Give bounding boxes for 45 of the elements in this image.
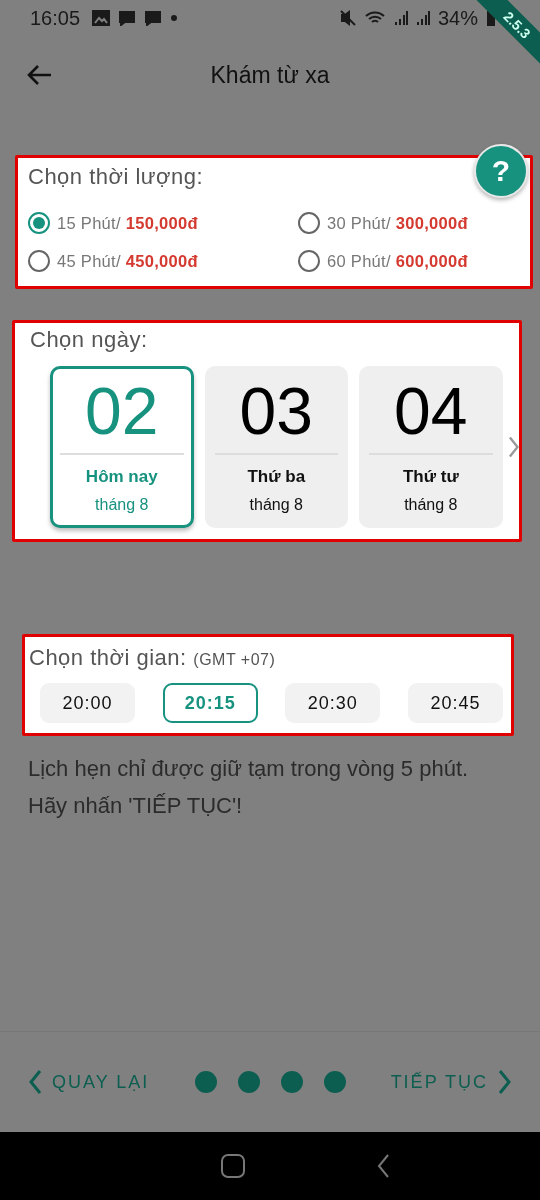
date-card[interactable]: 02 Hôm nay tháng 8	[50, 366, 194, 528]
radio-button[interactable]	[28, 212, 50, 234]
day-number: 02	[85, 373, 159, 450]
month-label: tháng 8	[404, 495, 458, 515]
radio-button[interactable]	[298, 250, 320, 272]
hold-notice: Lịch hẹn chỉ được giữ tạm trong vòng 5 phút. Hãy nhấn 'TIẾP TỤC'!	[28, 755, 470, 820]
chevron-right-icon	[498, 1069, 512, 1095]
section-title: Chọn thời lượng:	[28, 164, 204, 190]
time-slot[interactable]: 20:15	[162, 683, 258, 723]
time-slot[interactable]: 20:30	[285, 683, 381, 723]
weekday-label: Thứ ba	[247, 467, 306, 487]
radio-button[interactable]	[298, 212, 320, 234]
signal-icon	[415, 10, 430, 26]
help-button[interactable]: ?	[474, 144, 528, 198]
chevron-right-icon[interactable]	[507, 435, 519, 459]
date-card[interactable]: 03 Thứ ba tháng 8	[204, 366, 349, 528]
home-icon	[220, 1153, 246, 1179]
day-number: 03	[239, 373, 313, 450]
status-time: 16:05	[30, 6, 81, 30]
mute-icon	[339, 10, 356, 26]
time-slot[interactable]: 20:45	[407, 683, 503, 723]
day-number: 04	[394, 373, 468, 450]
date-card[interactable]: 04 Thứ tư tháng 8	[359, 366, 503, 528]
signal-icon	[393, 10, 408, 26]
chat-bubble-icon	[144, 10, 163, 26]
timezone-label: (GMT +07)	[193, 651, 276, 668]
duration-option[interactable]: 15 Phút/ 150,000đ	[57, 213, 198, 233]
section-title: Chọn ngày:	[30, 327, 148, 353]
dot-icon	[170, 14, 179, 22]
duration-option[interactable]: 60 Phút/ 600,000đ	[327, 251, 468, 271]
chat-bubble-icon	[118, 10, 137, 26]
weekday-label: Hôm nay	[85, 467, 158, 487]
section-title: Chọn thời gian: (GMT +07)	[29, 645, 276, 671]
battery-level: 34%	[437, 6, 478, 30]
month-label: tháng 8	[95, 495, 149, 515]
weekday-label: Thứ tư	[402, 467, 459, 487]
radio-button[interactable]	[28, 250, 50, 272]
image-icon	[92, 10, 111, 26]
chevron-left-icon	[28, 1069, 42, 1095]
month-label: tháng 8	[249, 495, 303, 515]
back-icon	[376, 1153, 390, 1179]
duration-option[interactable]: 45 Phút/ 450,000đ	[57, 251, 198, 271]
screen-title: Khám từ xa	[210, 61, 330, 89]
duration-option[interactable]: 30 Phút/ 300,000đ	[327, 213, 468, 233]
time-slot[interactable]: 20:00	[40, 683, 135, 723]
